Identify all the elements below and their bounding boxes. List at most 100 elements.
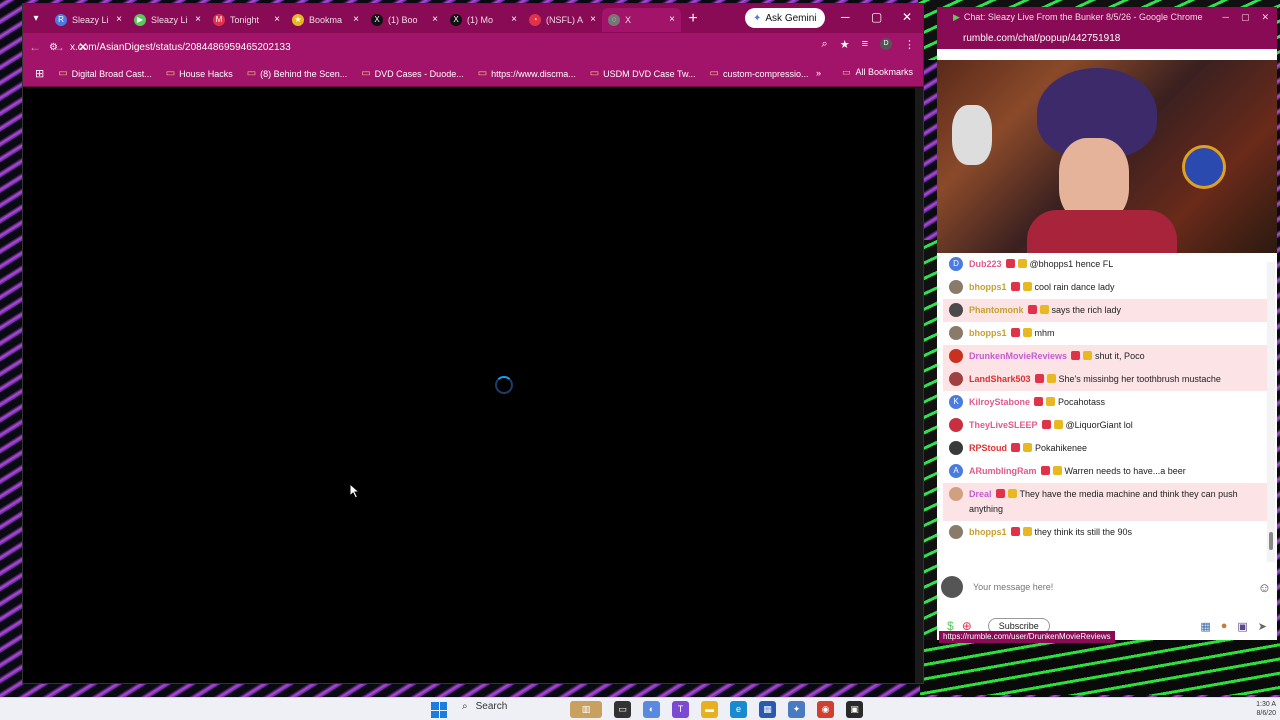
- chat-username[interactable]: RPStoud: [969, 443, 1007, 453]
- edge-icon[interactable]: e: [730, 701, 747, 718]
- widget-icon[interactable]: ▥: [570, 701, 602, 718]
- menu-kebab-icon[interactable]: ⋮: [904, 38, 915, 51]
- chat-username[interactable]: bhopps1: [969, 527, 1007, 537]
- minimize-button[interactable]: ─: [841, 10, 850, 24]
- apps-grid-icon[interactable]: ⊞: [29, 67, 50, 80]
- maximize-button[interactable]: ▢: [871, 10, 882, 24]
- user-avatar[interactable]: [949, 525, 963, 539]
- url-text[interactable]: x.com/AsianDigest/status/208448695946520…: [70, 42, 291, 53]
- tab-close-icon[interactable]: ×: [274, 14, 280, 25]
- sticker-icon[interactable]: ▣: [1237, 620, 1247, 633]
- badge-icon: [1010, 527, 1020, 536]
- windows-start-icon[interactable]: [431, 702, 447, 718]
- bookmark-item[interactable]: ▭ House Hacks: [160, 68, 239, 79]
- zoom-icon[interactable]: ⌕: [822, 38, 828, 51]
- chat-username[interactable]: Dreal: [969, 489, 992, 499]
- user-avatar[interactable]: [949, 303, 963, 317]
- browser-tab[interactable]: R Sleazy Li ×: [49, 8, 128, 32]
- chat-message: LandShark503 She's missinbg her toothbrus…: [943, 368, 1269, 391]
- chat-minimize-button[interactable]: ─: [1223, 12, 1229, 22]
- chat-username[interactable]: bhopps1: [969, 282, 1007, 292]
- task-view-icon[interactable]: ▭: [614, 701, 631, 718]
- user-avatar[interactable]: [949, 372, 963, 386]
- user-avatar[interactable]: [949, 441, 963, 455]
- chat-username[interactable]: DrunkenMovieReviews: [969, 351, 1067, 361]
- browser-toolbar: ← → ✕ ⚙ x.com/AsianDigest/status/2084486…: [23, 33, 923, 61]
- address-bar[interactable]: ⚙ x.com/AsianDigest/status/2084486959465…: [49, 36, 823, 58]
- chat-message-body: LandShark503 She's missinbg her toothbrus…: [969, 372, 1221, 387]
- gallery-icon[interactable]: ▦: [1200, 620, 1210, 633]
- browser-tab[interactable]: X (1) Mo ×: [444, 8, 523, 32]
- all-bookmarks-button[interactable]: ▭ All Bookmarks: [842, 67, 913, 78]
- bookmark-item[interactable]: ▭ USDM DVD Case Tw...: [584, 68, 702, 79]
- user-avatar[interactable]: [949, 487, 963, 501]
- teams-icon[interactable]: T: [672, 701, 689, 718]
- bookmark-item[interactable]: ▭ custom-compressio...: [704, 68, 815, 79]
- chrome-icon[interactable]: ◉: [817, 701, 834, 718]
- chat-scroll-thumb[interactable]: [1269, 532, 1273, 550]
- tab-close-icon[interactable]: ×: [511, 14, 517, 25]
- browser-tab[interactable]: ★ Bookma ×: [286, 8, 365, 32]
- tab-close-icon[interactable]: ×: [669, 14, 675, 25]
- user-avatar[interactable]: [949, 349, 963, 363]
- chat-message-text: She's missinbg her toothbrush mustache: [1058, 374, 1221, 384]
- chat-address-bar[interactable]: rumble.com/chat/popup/442751918: [937, 27, 1277, 49]
- app-icon[interactable]: ✦: [788, 701, 805, 718]
- chat-scrollbar[interactable]: [1267, 262, 1275, 562]
- close-window-button[interactable]: ✕: [902, 10, 912, 24]
- browser-tab[interactable]: ◌ X ×: [602, 7, 681, 32]
- profile-avatar[interactable]: D: [880, 38, 892, 50]
- emoji-icon[interactable]: ☺: [1258, 580, 1271, 595]
- bookmark-item[interactable]: ▭ (8) Behind the Scen...: [241, 68, 354, 79]
- user-avatar[interactable]: A: [949, 464, 963, 478]
- ask-gemini-button[interactable]: ✦ Ask Gemini: [745, 8, 825, 28]
- chat-username[interactable]: ARumblingRam: [969, 466, 1037, 476]
- wall-clock-decor: [1182, 145, 1226, 189]
- new-tab-button[interactable]: +: [681, 10, 705, 28]
- tab-close-icon[interactable]: ×: [353, 14, 359, 25]
- chat-username[interactable]: KilroyStabone: [969, 397, 1030, 407]
- media-control-icon[interactable]: ≡: [862, 38, 868, 51]
- tab-list-button[interactable]: ▾: [23, 13, 49, 24]
- chat-close-button[interactable]: ✕: [1261, 12, 1269, 23]
- bookmark-item[interactable]: ▭ DVD Cases - Duode...: [355, 68, 470, 79]
- user-avatar[interactable]: [949, 418, 963, 432]
- user-avatar[interactable]: [949, 326, 963, 340]
- chat-username[interactable]: Phantomonk: [969, 305, 1024, 315]
- file-explorer-icon[interactable]: ▬: [701, 701, 718, 718]
- bookmark-star-icon[interactable]: ★: [840, 38, 850, 51]
- chat-message-input[interactable]: [973, 582, 1248, 592]
- badge-icon[interactable]: ●: [1221, 620, 1228, 633]
- more-bookmarks-chevron-icon[interactable]: »: [810, 68, 827, 78]
- user-avatar[interactable]: [949, 280, 963, 294]
- site-info-icon[interactable]: ⚙: [49, 42, 58, 53]
- chat-username[interactable]: LandShark503: [969, 374, 1031, 384]
- system-clock[interactable]: 1:30 A 8/6/20: [1256, 700, 1276, 718]
- tab-close-icon[interactable]: ×: [116, 14, 122, 25]
- tab-close-icon[interactable]: ×: [195, 14, 201, 25]
- bookmark-item[interactable]: ▭ Digital Broad Cast...: [52, 68, 158, 79]
- copilot-icon[interactable]: ◐: [643, 701, 660, 718]
- chat-username[interactable]: TheyLiveSLEEP: [969, 420, 1038, 430]
- tab-close-icon[interactable]: ×: [432, 14, 438, 25]
- user-avatar[interactable]: K: [949, 395, 963, 409]
- taskbar-search[interactable]: ⌕ Search: [462, 701, 507, 712]
- browser-tab[interactable]: ▶ Sleazy Li ×: [128, 8, 207, 32]
- browser-tab[interactable]: ◔ (NSFL) A ×: [523, 8, 602, 32]
- user-avatar[interactable]: D: [949, 257, 963, 271]
- page-scrollbar[interactable]: [915, 88, 923, 683]
- bookmark-item[interactable]: ▭ https://www.discma...: [472, 68, 582, 79]
- badge-icon: [1046, 374, 1056, 383]
- send-icon[interactable]: ➤: [1258, 620, 1267, 633]
- tab-close-icon[interactable]: ×: [590, 14, 596, 25]
- chat-username[interactable]: Dub223: [969, 259, 1002, 269]
- app-icon-dark[interactable]: ▣: [846, 701, 863, 718]
- stream-video-thumbnail[interactable]: [937, 60, 1277, 253]
- store-icon[interactable]: ▦: [759, 701, 776, 718]
- browser-tab[interactable]: X (1) Boo ×: [365, 8, 444, 32]
- browser-tab[interactable]: M Tonight ×: [207, 8, 286, 32]
- chat-message: bhopps1 mhm: [943, 322, 1269, 345]
- back-button[interactable]: ←: [23, 40, 47, 54]
- chat-maximize-button[interactable]: ▢: [1241, 12, 1250, 23]
- chat-username[interactable]: bhopps1: [969, 328, 1007, 338]
